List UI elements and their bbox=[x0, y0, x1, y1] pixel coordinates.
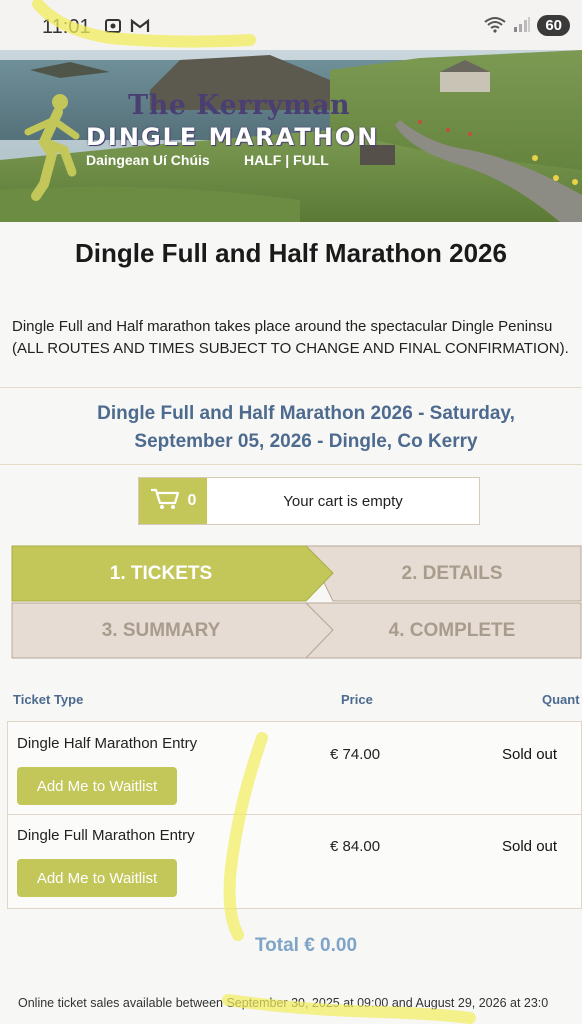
battery-badge: 60 bbox=[537, 15, 570, 36]
ticket-status: Sold out bbox=[502, 746, 558, 763]
column-header-ticket-type: Ticket Type bbox=[13, 692, 84, 707]
column-header-quantity: Quant bbox=[542, 692, 580, 707]
brand-dingle-marathon: DINGLE MARATHON bbox=[86, 123, 380, 151]
intro-line-1: Dingle Full and Half marathon takes plac… bbox=[12, 318, 553, 335]
ticket-status: Sold out bbox=[502, 838, 558, 855]
signal-icon bbox=[513, 16, 531, 35]
brand-the-kerryman: The Kerryman bbox=[128, 90, 351, 121]
intro-line-2: (ALL ROUTES AND TIMES SUBJECT TO CHANGE … bbox=[12, 340, 569, 357]
checkout-steps: 1. TICKETS 2. DETAILS 3. SUMMARY 4. COMP… bbox=[11, 545, 582, 660]
order-total: Total € 0.00 bbox=[254, 935, 358, 956]
status-bar: 11:01 60 bbox=[0, 0, 582, 50]
row-divider bbox=[7, 814, 582, 815]
cart-count: 0 bbox=[187, 492, 197, 509]
event-banner: The Kerryman DINGLE MARATHON Daingean Uí… bbox=[0, 50, 582, 222]
step-summary[interactable]: 3. SUMMARY bbox=[11, 602, 311, 659]
step-tickets[interactable]: 1. TICKETS bbox=[11, 545, 311, 602]
wifi-icon bbox=[483, 15, 507, 36]
ticket-name: Dingle Half Marathon Entry bbox=[17, 735, 198, 752]
column-header-price: Price bbox=[341, 692, 373, 707]
page-title: Dingle Full and Half Marathon 2026 bbox=[75, 238, 507, 268]
ticket-name: Dingle Full Marathon Entry bbox=[17, 827, 195, 844]
divider bbox=[0, 464, 582, 465]
add-to-waitlist-button[interactable]: Add Me to Waitlist bbox=[17, 767, 177, 805]
status-time: 11:01 bbox=[42, 16, 91, 38]
ticket-price: € 84.00 bbox=[330, 838, 381, 855]
brand-irish-name: Daingean Uí Chúis bbox=[86, 152, 210, 168]
divider bbox=[0, 387, 582, 388]
gmail-icon bbox=[130, 18, 150, 38]
brand-half-full: HALF | FULL bbox=[244, 152, 329, 168]
event-title: Dingle Full and Half Marathon 2026 - Sat… bbox=[0, 400, 582, 456]
ticket-price: € 74.00 bbox=[330, 746, 381, 763]
cart-count-box[interactable]: 0 bbox=[139, 478, 207, 524]
screenshot-icon bbox=[104, 18, 122, 38]
step-details[interactable]: 2. DETAILS bbox=[321, 545, 582, 602]
step-complete[interactable]: 4. COMPLETE bbox=[321, 602, 582, 659]
intro-text: Dingle Full and Half marathon takes plac… bbox=[12, 316, 582, 360]
add-to-waitlist-button[interactable]: Add Me to Waitlist bbox=[17, 859, 177, 897]
sales-window-note: Online ticket sales available between Se… bbox=[18, 996, 549, 1010]
cart-widget[interactable]: 0 Your cart is empty bbox=[138, 477, 480, 525]
cart-status-text: Your cart is empty bbox=[283, 492, 403, 510]
event-title-line-1: Dingle Full and Half Marathon 2026 - Sat… bbox=[97, 403, 515, 424]
event-title-line-2: September 05, 2026 - Dingle, Co Kerry bbox=[134, 431, 478, 452]
cart-icon bbox=[150, 487, 180, 516]
